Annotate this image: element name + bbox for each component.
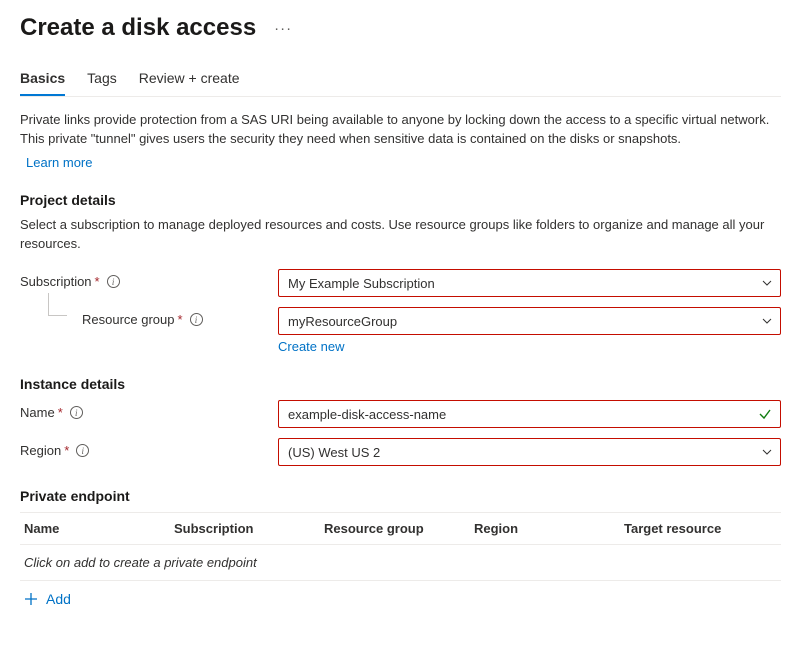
learn-more-link[interactable]: Learn more (26, 155, 92, 170)
tab-tags[interactable]: Tags (87, 70, 117, 96)
resource-group-value: myResourceGroup (288, 314, 397, 329)
resource-group-select[interactable]: myResourceGroup (278, 307, 781, 335)
plus-icon (24, 592, 38, 606)
info-icon[interactable]: i (70, 406, 83, 419)
subscription-select[interactable]: My Example Subscription (278, 269, 781, 297)
name-value: example-disk-access-name (288, 407, 446, 422)
region-select[interactable]: (US) West US 2 (278, 438, 781, 466)
project-details-heading: Project details (20, 192, 781, 208)
tab-review-create[interactable]: Review + create (139, 70, 240, 96)
more-actions-icon[interactable]: ··· (272, 18, 294, 39)
region-value: (US) West US 2 (288, 445, 380, 460)
add-label: Add (46, 591, 71, 607)
chevron-down-icon (762, 447, 772, 457)
name-label: Name (20, 405, 55, 420)
create-new-link[interactable]: Create new (278, 339, 344, 354)
resource-group-label: Resource group (82, 312, 175, 327)
required-indicator: * (178, 312, 183, 327)
check-icon (758, 407, 772, 421)
tabs: Basics Tags Review + create (20, 70, 781, 97)
info-icon[interactable]: i (107, 275, 120, 288)
private-endpoint-heading: Private endpoint (20, 488, 781, 504)
instance-details-heading: Instance details (20, 376, 781, 392)
page-title: Create a disk access (20, 14, 256, 42)
col-subscription: Subscription (174, 521, 324, 536)
col-name: Name (24, 521, 174, 536)
col-target-resource: Target resource (624, 521, 777, 536)
project-details-desc: Select a subscription to manage deployed… (20, 216, 781, 254)
required-indicator: * (58, 405, 63, 420)
chevron-down-icon (762, 316, 772, 326)
col-resource-group: Resource group (324, 521, 474, 536)
info-icon[interactable]: i (76, 444, 89, 457)
subscription-value: My Example Subscription (288, 276, 435, 291)
region-label: Region (20, 443, 61, 458)
required-indicator: * (64, 443, 69, 458)
name-input[interactable]: example-disk-access-name (278, 400, 781, 428)
chevron-down-icon (762, 278, 772, 288)
subscription-label: Subscription (20, 274, 92, 289)
endpoint-table: Name Subscription Resource group Region … (20, 512, 781, 617)
endpoint-empty-row: Click on add to create a private endpoin… (20, 545, 781, 581)
add-endpoint-button[interactable]: Add (20, 581, 781, 617)
tab-basics[interactable]: Basics (20, 70, 65, 96)
required-indicator: * (95, 274, 100, 289)
col-region: Region (474, 521, 624, 536)
intro-text: Private links provide protection from a … (20, 111, 781, 149)
info-icon[interactable]: i (190, 313, 203, 326)
